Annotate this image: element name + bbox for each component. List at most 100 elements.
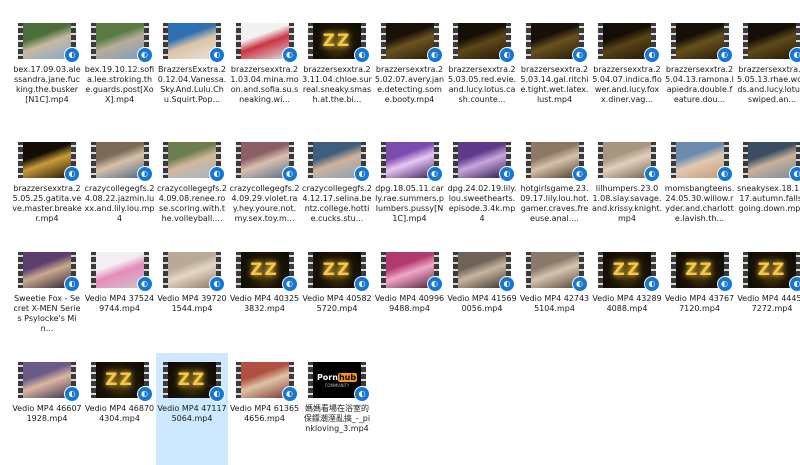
file-item[interactable]: ◐ brazzersexxtra.25.05.13.rhae.woods.and.… bbox=[736, 14, 800, 126]
file-name: brazzersexxtra.25.04.07.indica.flower.an… bbox=[592, 65, 662, 104]
video-thumbnail: Pornhub COMMUNITY ◐ bbox=[308, 362, 370, 402]
file-item[interactable]: ◐ brazzersexxtra.25.02.07.avery.jane.dete… bbox=[374, 14, 446, 126]
file-name: momsbangteens.24.05.30.willow.ryder.and.… bbox=[664, 184, 735, 223]
file-item[interactable]: ◐ momsbangteens.24.05.30.willow.ryder.and… bbox=[664, 133, 736, 245]
file-item[interactable]: ◐ crazycollegegfs.24.12.17.selina.bentz.c… bbox=[301, 133, 373, 245]
video-thumbnail: ◐ bbox=[380, 142, 443, 182]
media-player-icon: ◐ bbox=[64, 47, 80, 63]
media-player-icon: ◐ bbox=[209, 386, 225, 402]
media-player-icon: ◐ bbox=[136, 166, 153, 182]
file-item[interactable]: ◐ brazzersexxtra.25.05.25.gatita.veve.mas… bbox=[11, 133, 83, 245]
brand-logo: Pornhub bbox=[316, 373, 358, 382]
video-thumbnail: ◐ bbox=[453, 23, 515, 63]
file-item[interactable]: ZZ ◐ brazzersexxtra.23.11.04.chloe.surreal… bbox=[301, 14, 373, 126]
media-player-icon: ◐ bbox=[644, 276, 660, 292]
file-item[interactable]: ◐ brazzersexxtra.25.03.05.red.evie.and.lu… bbox=[446, 14, 518, 126]
file-name: Vedio MP4 471175064.mp4 bbox=[157, 404, 227, 423]
file-name: crazycollegegfs.24.09.29.violet.ray.hey.… bbox=[229, 184, 300, 223]
file-item[interactable]: ZZ ◐ Vedio MP4 437677120.mp4 bbox=[664, 243, 736, 355]
file-item[interactable]: ◐ brazzersexxtra.21.03.04.mina.moon.and.s… bbox=[229, 14, 301, 126]
file-item[interactable]: ◐ Vedio MP4 409969488.mp4 bbox=[374, 243, 446, 355]
media-player-icon: ◐ bbox=[136, 47, 153, 63]
video-thumbnail: ◐ bbox=[163, 23, 225, 63]
media-player-icon: ◐ bbox=[281, 166, 298, 182]
file-item[interactable]: ZZ ◐ Vedio MP4 403253832.mp4 bbox=[229, 243, 301, 355]
file-name: Vedio MP4 432894088.mp4 bbox=[592, 294, 662, 313]
file-name: Vedio MP4 427435104.mp4 bbox=[519, 294, 590, 313]
file-name: Vedio MP4 397201544.mp4 bbox=[157, 294, 227, 313]
file-item[interactable]: ◐ hotgirlsgame.23.09.17.lily.lou.hot.game… bbox=[519, 133, 591, 245]
video-thumbnail: ◐ bbox=[525, 23, 588, 63]
file-item[interactable]: ◐ Vedio MP4 397201544.mp4 bbox=[156, 243, 228, 355]
file-item[interactable]: ◐ brazzersexxtra.25.04.13.ramona.lapiedra… bbox=[664, 14, 736, 126]
file-item[interactable]: ◐ brazzersexxtra.25.04.07.indica.flower.a… bbox=[591, 14, 663, 126]
file-name: brazzersexxtra.25.05.25.gatita.veve.mast… bbox=[12, 184, 82, 223]
media-player-icon: ◐ bbox=[644, 47, 660, 63]
file-item[interactable]: ZZ ◐ Vedio MP4 432894088.mp4 bbox=[591, 243, 663, 355]
file-name: lilhumpers.23.01.08.slay.savage.and.kris… bbox=[592, 184, 662, 223]
video-thumbnail: ◐ bbox=[163, 252, 225, 292]
file-item[interactable]: ◐ BrazzersExxtra.20.12.04.Vanessa.Sky.And… bbox=[156, 14, 228, 126]
file-item[interactable]: ◐ bex.19.10.12.sofia.lee.stroking.the.gua… bbox=[84, 14, 156, 126]
video-thumbnail: ZZ ◐ bbox=[743, 252, 800, 292]
media-player-icon: ◐ bbox=[209, 166, 225, 182]
video-thumbnail: ZZ ◐ bbox=[90, 362, 153, 402]
file-item[interactable]: ◐ Vedio MP4 375249744.mp4 bbox=[84, 243, 156, 355]
file-item[interactable]: ◐ sneakysex.18.11.17.autumn.falls.going.d… bbox=[736, 133, 800, 245]
file-name: Vedio MP4 409969488.mp4 bbox=[374, 294, 445, 313]
video-thumbnail: ◐ bbox=[18, 142, 80, 182]
media-player-icon: ◐ bbox=[281, 47, 298, 63]
media-player-icon: ◐ bbox=[354, 386, 370, 402]
file-item[interactable]: ZZ ◐ Vedio MP4 405825720.mp4 bbox=[301, 243, 373, 355]
file-item[interactable]: ◐ Vedio MP4 427435104.mp4 bbox=[519, 243, 591, 355]
video-thumbnail: ◐ bbox=[18, 23, 80, 63]
file-item[interactable]: ◐ dpg.18.05.11.carly.rae.summers.plumbers… bbox=[374, 133, 446, 245]
media-player-icon: ◐ bbox=[354, 276, 370, 292]
file-item[interactable]: ◐ crazycollegegfs.24.09.08.renee.rose.sco… bbox=[156, 133, 228, 245]
video-thumbnail: ZZ ◐ bbox=[308, 252, 370, 292]
file-item[interactable]: ◐ crazycollegegfs.24.09.29.violet.ray.hey… bbox=[229, 133, 301, 245]
media-player-icon: ◐ bbox=[789, 47, 800, 63]
video-thumbnail: ◐ bbox=[235, 23, 298, 63]
file-name: bex.19.10.12.sofia.lee.stroking.the.guar… bbox=[84, 65, 155, 104]
media-player-icon: ◐ bbox=[426, 47, 443, 63]
media-player-icon: ◐ bbox=[499, 276, 515, 292]
video-thumbnail: ◐ bbox=[670, 23, 733, 63]
file-item[interactable]: Pornhub COMMUNITY ◐ 媽媽看場在浴室的保鏢潮溼亂搞_-_pinklo… bbox=[301, 353, 373, 465]
file-name: brazzersexxtra.21.03.04.mina.moon.and.so… bbox=[230, 65, 299, 104]
file-name: brazzersexxtra.25.03.05.red.evie.and.luc… bbox=[447, 65, 517, 104]
media-player-icon: ◐ bbox=[354, 47, 370, 63]
media-player-icon: ◐ bbox=[209, 47, 225, 63]
media-player-icon: ◐ bbox=[281, 386, 298, 402]
file-item[interactable]: ◐ Vedio MP4 415690056.mp4 bbox=[446, 243, 518, 355]
file-item[interactable]: ZZ ◐ Vedio MP4 444597272.mp4 bbox=[736, 243, 800, 355]
file-name: Vedio MP4 375249744.mp4 bbox=[84, 294, 155, 313]
file-item[interactable]: ◐ lilhumpers.23.01.08.slay.savage.and.kri… bbox=[591, 133, 663, 245]
file-item[interactable]: ◐ dpg.24.02.19.lily.lou.sweethearts.episo… bbox=[446, 133, 518, 245]
video-thumbnail: ◐ bbox=[598, 23, 660, 63]
file-item[interactable]: ZZ ◐ Vedio MP4 471175064.mp4 bbox=[156, 353, 228, 465]
file-item[interactable]: ZZ ◐ Vedio MP4 468704304.mp4 bbox=[84, 353, 156, 465]
file-item[interactable]: ◐ crazycollegegfs.24.08.22.jazmin.luxx.an… bbox=[84, 133, 156, 245]
video-thumbnail: ZZ ◐ bbox=[308, 23, 370, 63]
media-player-icon: ◐ bbox=[789, 276, 800, 292]
file-item[interactable]: ◐ bex.17.09.03.alessandra.jane.fucking.th… bbox=[11, 14, 83, 126]
file-name: brazzersexxtra.25.05.13.rhae.woods.and.l… bbox=[737, 65, 800, 104]
media-player-icon: ◐ bbox=[571, 276, 588, 292]
video-thumbnail: ◐ bbox=[380, 252, 443, 292]
file-item[interactable]: ◐ Vedio MP4 613654656.mp4 bbox=[229, 353, 301, 465]
file-item[interactable]: ◐ brazzersexxtra.25.03.14.gal.ritchie.tig… bbox=[519, 14, 591, 126]
file-name: brazzersexxtra.25.02.07.avery.jane.detec… bbox=[374, 65, 445, 104]
file-name: brazzersexxtra.23.11.04.chloe.surreal.sn… bbox=[302, 65, 372, 104]
media-player-icon: ◐ bbox=[716, 166, 733, 182]
video-thumbnail: ◐ bbox=[743, 142, 800, 182]
file-name: Vedio MP4 468704304.mp4 bbox=[84, 404, 155, 423]
file-item[interactable]: ◐ Sweetie Fox - Secret X-MEN Series Psylo… bbox=[11, 243, 83, 355]
video-thumbnail: ◐ bbox=[453, 252, 515, 292]
media-player-icon: ◐ bbox=[789, 166, 800, 182]
file-name: Vedio MP4 403253832.mp4 bbox=[229, 294, 300, 313]
video-thumbnail: ◐ bbox=[308, 142, 370, 182]
file-item[interactable]: ◐ Vedio MP4 466071928.mp4 bbox=[11, 353, 83, 465]
file-name: bex.17.09.03.alessandra.jane.fucking.the… bbox=[13, 65, 81, 104]
video-thumbnail: ◐ bbox=[743, 23, 800, 63]
